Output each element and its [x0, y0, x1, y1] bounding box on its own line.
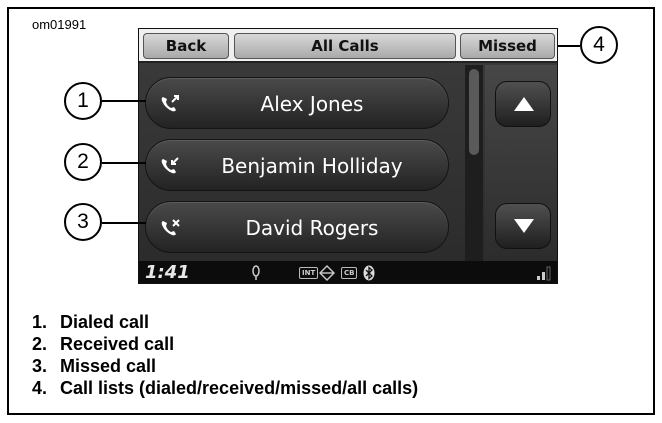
legend-text: Call lists (dialed/received/missed/all c… — [60, 378, 419, 398]
call-row-received[interactable]: Benjamin Holliday — [145, 139, 449, 191]
cb-indicator: CB — [341, 267, 358, 279]
legend: 1. Dialed call 2. Received call 3. Missed c… — [32, 311, 418, 399]
caller-name: David Rogers — [245, 216, 379, 240]
legend-item: 2. Received call — [32, 333, 418, 355]
status-bar: 1:41 INT CB — [139, 261, 557, 283]
callout-1-leader — [102, 100, 146, 102]
legend-item: 1. Dialed call — [32, 311, 418, 333]
legend-number: 1. — [32, 312, 48, 332]
call-row-missed[interactable]: David Rogers — [145, 201, 449, 253]
figure-id: om01991 — [32, 17, 87, 32]
callout-4-leader — [558, 45, 580, 47]
signal-strength-icon — [537, 266, 551, 281]
legend-item: 4. Call lists (dialed/received/missed/all… — [32, 377, 418, 399]
bluetooth-icon — [363, 265, 375, 281]
scroll-up-button[interactable] — [495, 81, 551, 127]
legend-text: Received call — [60, 334, 175, 354]
intercom-indicator: INT — [299, 267, 319, 279]
phone-screen: Back All Calls Missed Alex Jones Benjami… — [138, 28, 558, 284]
scrollbar-thumb[interactable] — [469, 69, 479, 155]
missed-call-icon — [161, 219, 180, 236]
legend-text: Missed call — [60, 356, 157, 376]
tab-missed[interactable]: Missed — [460, 33, 555, 59]
legend-number: 4. — [32, 378, 48, 398]
back-button[interactable]: Back — [143, 33, 229, 59]
motorcycle-icon — [319, 265, 335, 281]
caller-name: Benjamin Holliday — [221, 154, 403, 178]
tab-bar: Back All Calls Missed — [139, 29, 557, 63]
tab-all-calls[interactable]: All Calls — [234, 33, 456, 59]
dialed-call-icon — [161, 95, 179, 112]
legend-number: 2. — [32, 334, 48, 354]
callout-4: 4 — [580, 26, 618, 64]
callout-1: 1 — [64, 82, 102, 120]
callout-3: 3 — [64, 203, 102, 241]
microphone-icon — [252, 265, 260, 280]
arrow-up-icon — [514, 97, 534, 111]
legend-item: 3. Missed call — [32, 355, 418, 377]
call-row-dialed[interactable]: Alex Jones — [145, 77, 449, 129]
legend-number: 3. — [32, 356, 48, 376]
clock: 1:41 — [145, 262, 190, 283]
caller-name: Alex Jones — [260, 92, 364, 116]
scroll-down-button[interactable] — [495, 203, 551, 249]
received-call-icon — [161, 157, 179, 174]
callout-2: 2 — [64, 143, 102, 181]
legend-text: Dialed call — [60, 312, 150, 332]
arrow-down-icon — [514, 219, 534, 233]
callout-2-leader — [102, 162, 146, 164]
callout-3-leader — [102, 222, 146, 224]
